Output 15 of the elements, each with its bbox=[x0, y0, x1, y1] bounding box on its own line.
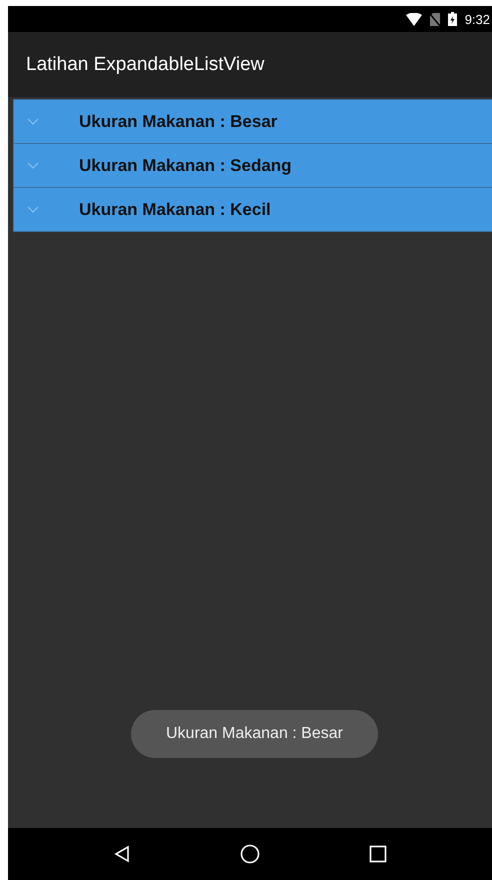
list-group-item[interactable]: Ukuran Makanan : Kecil bbox=[13, 187, 492, 232]
battery-icon bbox=[448, 12, 457, 26]
home-icon[interactable] bbox=[240, 844, 260, 864]
list-group-item[interactable]: Ukuran Makanan : Besar bbox=[13, 99, 492, 144]
chevron-icon bbox=[27, 206, 39, 213]
back-icon[interactable] bbox=[112, 845, 131, 863]
chevron-icon bbox=[27, 162, 39, 169]
toast-message: Ukuran Makanan : Besar bbox=[131, 710, 378, 758]
status-time: 9:32 bbox=[464, 12, 490, 26]
list-group-item[interactable]: Ukuran Makanan : Sedang bbox=[13, 143, 492, 188]
chevron-icon bbox=[27, 118, 39, 125]
wifi-icon bbox=[406, 12, 422, 26]
recents-icon[interactable] bbox=[369, 845, 388, 863]
no-sim-icon bbox=[430, 12, 440, 26]
app-title: Latihan ExpandableListView bbox=[26, 54, 264, 76]
